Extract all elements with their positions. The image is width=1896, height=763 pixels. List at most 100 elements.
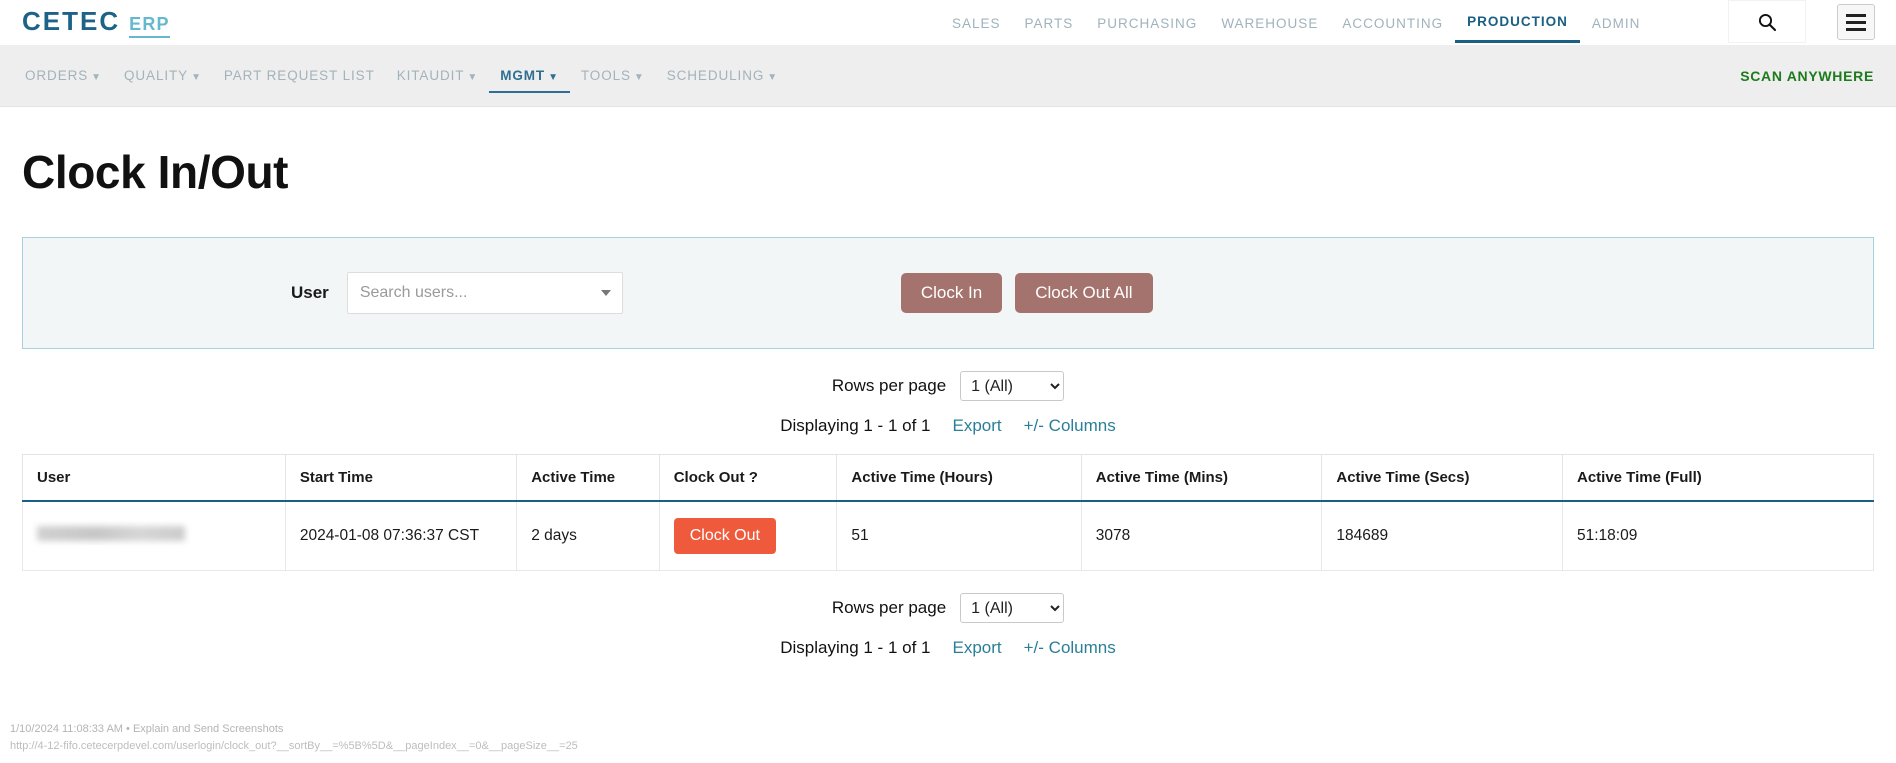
cell-user	[22, 501, 286, 571]
clock-button-group: Clock In Clock Out All	[900, 272, 1153, 314]
pagination-top: Rows per page 1 (All) Displaying 1 - 1 o…	[22, 371, 1874, 436]
search-button[interactable]	[1728, 0, 1806, 43]
rows-per-page-select-bottom[interactable]: 1 (All)	[960, 593, 1065, 623]
footer-separator: •	[126, 722, 130, 735]
hamburger-menu-button[interactable]	[1837, 4, 1875, 40]
screenshot-footer: 1/10/2024 11:08:33 AM • Explain and Send…	[10, 721, 578, 755]
displaying-count-bottom: Displaying 1 - 1 of 1	[780, 638, 931, 657]
cell-active-mins: 3078	[1080, 501, 1323, 571]
scan-anywhere-link[interactable]: SCAN ANYWHERE	[1740, 68, 1874, 84]
cell-active-secs: 184689	[1321, 501, 1563, 571]
subnav-item-scheduling[interactable]: SCHEDULING ▼	[656, 58, 789, 93]
cell-active-hours: 51	[836, 501, 1082, 571]
column-header-active-time-secs[interactable]: Active Time (Secs)	[1321, 454, 1563, 502]
clock-action-panel: User Search users... Clock In Clock Out …	[22, 237, 1874, 349]
footer-meta-row: 1/10/2024 11:08:33 AM • Explain and Send…	[10, 721, 578, 738]
table-row: 2024-01-08 07:36:37 CST 2 days Clock Out…	[22, 501, 1875, 571]
chevron-down-icon: ▼	[91, 72, 102, 83]
footer-url: http://4-12-fifo.cetecerpdevel.com/userl…	[10, 739, 578, 752]
export-link-bottom[interactable]: Export	[952, 638, 1001, 658]
footer-timestamp: 1/10/2024 11:08:33 AM	[10, 722, 123, 735]
subnav-item-part-request-list[interactable]: PART REQUEST LIST	[213, 58, 386, 93]
plus-minus-label-bottom: +/-	[1023, 638, 1044, 657]
hamburger-icon-bar	[1846, 13, 1866, 17]
export-link-top[interactable]: Export	[952, 416, 1001, 436]
page-title: Clock In/Out	[22, 146, 289, 198]
cell-start-time: 2024-01-08 07:36:37 CST	[284, 501, 518, 571]
user-search-placeholder: Search users...	[359, 284, 468, 301]
user-search-select[interactable]: Search users...	[346, 272, 623, 314]
subnav-item-tools[interactable]: TOOLS ▼	[570, 58, 656, 93]
nav-item-parts[interactable]: PARTS	[1013, 4, 1086, 42]
column-header-clock-out[interactable]: Clock Out ?	[658, 454, 838, 502]
column-header-user[interactable]: User	[22, 454, 286, 502]
nav-item-warehouse[interactable]: WAREHOUSE	[1209, 4, 1330, 42]
table-header: User Start Time Active Time Clock Out ? …	[22, 454, 1875, 502]
chevron-down-icon	[600, 290, 611, 296]
primary-nav: SALES PARTS PURCHASING WAREHOUSE ACCOUNT…	[940, 0, 1652, 45]
subnav-label: KITAUDIT	[396, 68, 465, 83]
pagination-bottom: Rows per page 1 (All) Displaying 1 - 1 o…	[22, 593, 1874, 658]
table-body: 2024-01-08 07:36:37 CST 2 days Clock Out…	[22, 501, 1875, 571]
hamburger-icon-bar	[1846, 27, 1866, 31]
rows-per-page-select-top[interactable]: 1 (All)	[960, 371, 1065, 401]
cell-clock-out: Clock Out	[658, 501, 838, 571]
displaying-row-top: Displaying 1 - 1 of 1 Export +/- Columns	[22, 416, 1874, 436]
redacted-user-name	[37, 526, 185, 541]
table-header-row: User Start Time Active Time Clock Out ? …	[22, 454, 1875, 502]
rows-per-page-row-bottom: Rows per page 1 (All)	[22, 593, 1874, 623]
rows-per-page-label-bottom: Rows per page	[831, 598, 947, 617]
cell-active-time: 2 days	[516, 501, 660, 571]
secondary-navigation-bar: ORDERS ▼ QUALITY ▼ PART REQUEST LIST KITAU…	[0, 45, 1896, 107]
nav-item-accounting[interactable]: ACCOUNTING	[1330, 4, 1455, 42]
clock-in-button[interactable]: Clock In	[900, 272, 1003, 314]
page-content: Clock In/Out User Search users... Clock …	[0, 145, 1896, 658]
brand-suffix: ERP	[129, 14, 170, 38]
subnav-item-quality[interactable]: QUALITY ▼	[113, 58, 213, 93]
brand-logo[interactable]: CETEC ERP	[22, 6, 170, 38]
chevron-down-icon: ▼	[467, 72, 479, 83]
subnav-label: QUALITY	[123, 68, 189, 83]
clock-records-table: User Start Time Active Time Clock Out ? …	[22, 454, 1875, 571]
chevron-down-icon: ▼	[191, 72, 202, 83]
displaying-count-top: Displaying 1 - 1 of 1	[780, 416, 931, 435]
cell-active-full: 51:18:09	[1561, 501, 1875, 571]
footer-tool-label: Explain and Send Screenshots	[132, 722, 284, 735]
top-navigation-bar: CETEC ERP SALES PARTS PURCHASING WAREHOU…	[0, 0, 1896, 45]
nav-item-production[interactable]: PRODUCTION	[1455, 2, 1580, 43]
columns-link-top[interactable]: Columns	[1049, 416, 1116, 435]
search-icon	[1758, 13, 1777, 31]
chevron-down-icon: ▼	[548, 72, 559, 83]
displaying-row-bottom: Displaying 1 - 1 of 1 Export +/- Columns	[22, 638, 1874, 658]
rows-per-page-label-top: Rows per page	[831, 376, 947, 395]
subnav-label: MGMT	[500, 68, 546, 83]
clock-form-row: User Search users... Clock In Clock Out …	[23, 238, 1873, 348]
hamburger-icon-bar	[1846, 20, 1866, 24]
brand-name: CETEC	[22, 6, 121, 36]
plus-minus-label-top: +/-	[1023, 416, 1044, 435]
secondary-nav-list: ORDERS ▼ QUALITY ▼ PART REQUEST LIST KITAU…	[14, 58, 789, 93]
column-header-active-time-hours[interactable]: Active Time (Hours)	[836, 454, 1082, 502]
subnav-label: PART REQUEST LIST	[223, 68, 375, 83]
subnav-item-mgmt[interactable]: MGMT ▼	[489, 58, 570, 93]
column-header-active-time-full[interactable]: Active Time (Full)	[1561, 454, 1875, 502]
column-header-start-time[interactable]: Start Time	[284, 454, 518, 502]
subnav-label: SCHEDULING	[666, 68, 765, 83]
nav-item-sales[interactable]: SALES	[940, 4, 1013, 42]
column-header-active-time[interactable]: Active Time	[516, 454, 660, 502]
nav-item-purchasing[interactable]: PURCHASING	[1085, 4, 1209, 42]
clock-out-all-button[interactable]: Clock Out All	[1015, 272, 1153, 314]
columns-toggle-bottom[interactable]: +/- Columns	[1024, 638, 1116, 658]
clock-out-button[interactable]: Clock Out	[673, 518, 776, 554]
column-header-active-time-mins[interactable]: Active Time (Mins)	[1080, 454, 1323, 502]
chevron-down-icon: ▼	[633, 72, 645, 83]
subnav-item-kitaudit[interactable]: KITAUDIT ▼	[386, 58, 490, 93]
subnav-item-orders[interactable]: ORDERS ▼	[14, 58, 113, 93]
chevron-down-icon: ▼	[767, 72, 779, 83]
columns-toggle-top[interactable]: +/- Columns	[1024, 416, 1116, 436]
nav-item-admin[interactable]: ADMIN	[1580, 4, 1653, 42]
columns-link-bottom[interactable]: Columns	[1049, 638, 1116, 657]
subnav-label: ORDERS	[25, 68, 89, 83]
user-label: User	[291, 283, 329, 302]
subnav-label: TOOLS	[580, 68, 631, 83]
